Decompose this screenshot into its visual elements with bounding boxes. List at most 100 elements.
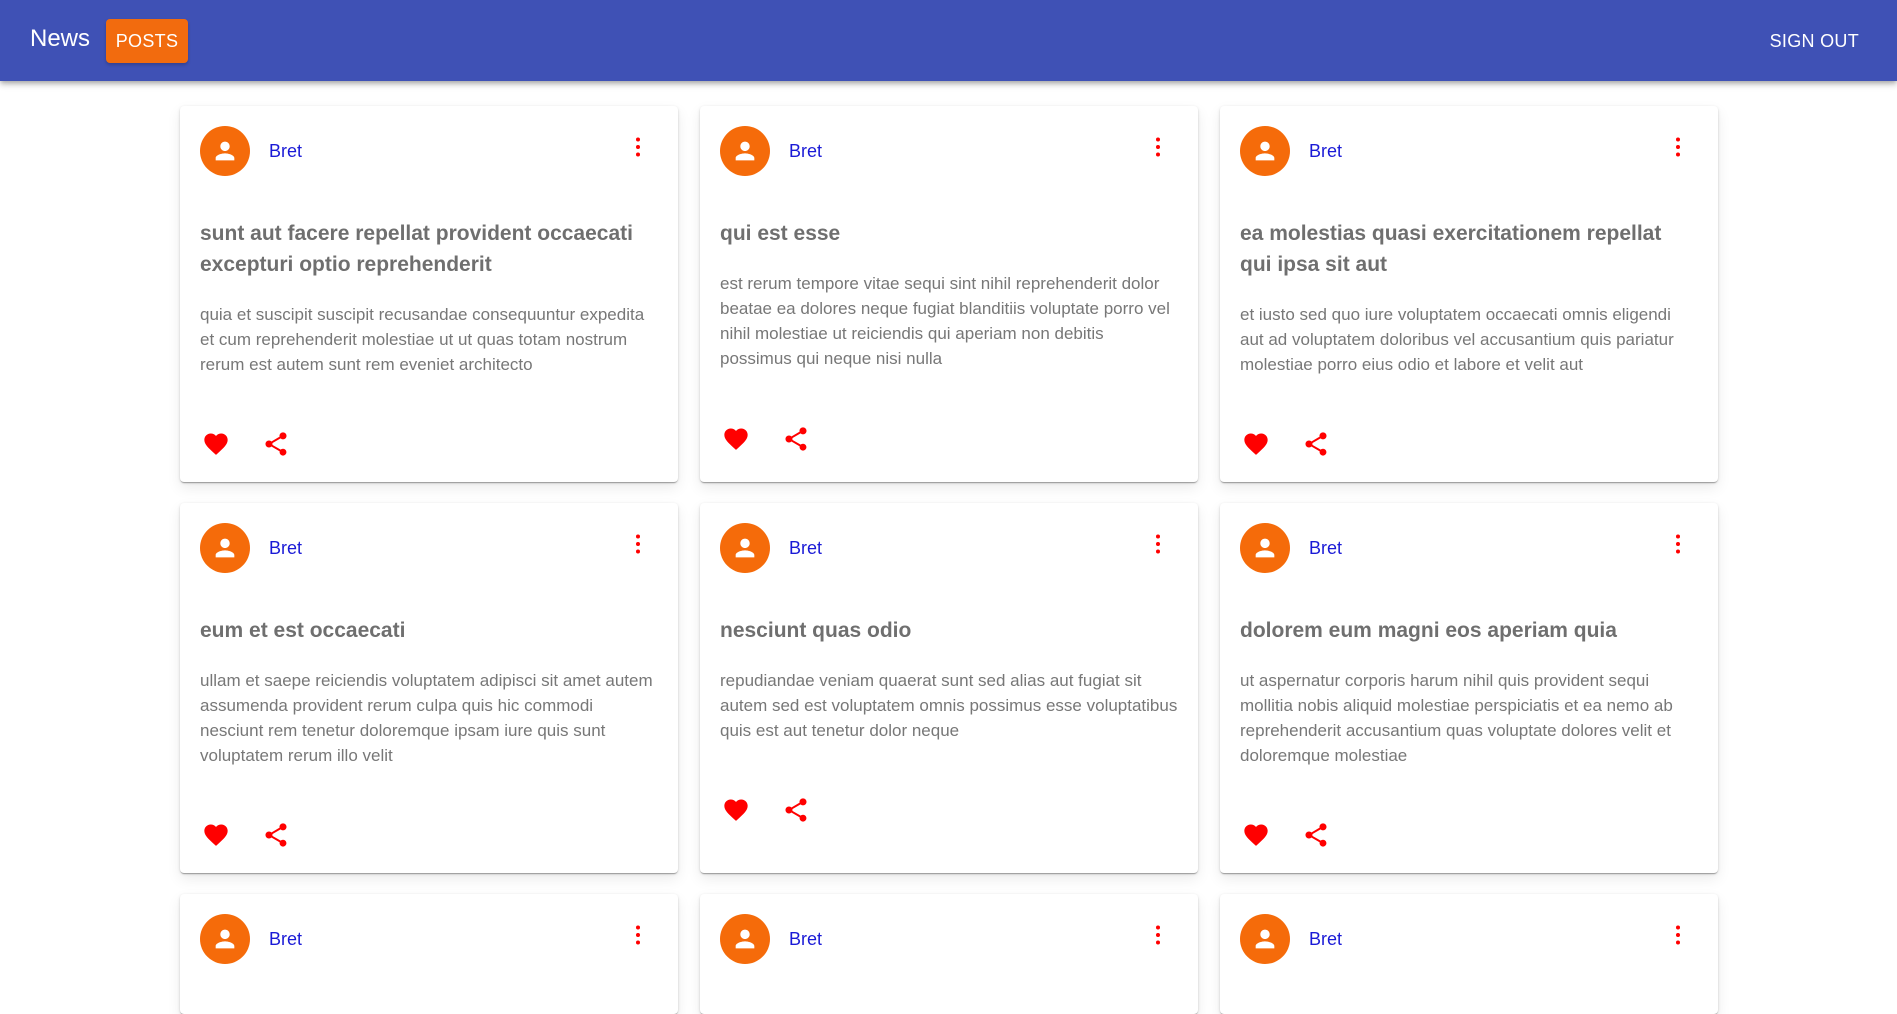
author-name[interactable]: Bret (269, 928, 302, 950)
card-actions (1240, 428, 1360, 460)
heart-icon (1244, 433, 1268, 455)
card-header: Bret (700, 503, 1198, 591)
author-name[interactable]: Bret (269, 537, 302, 559)
card-header: Bret (1220, 894, 1718, 982)
more-options-button[interactable] (626, 531, 650, 557)
person-icon (735, 141, 755, 161)
post-body: quia et suscipit suscipit recusandae con… (200, 305, 645, 374)
share-button[interactable] (260, 428, 292, 460)
share-icon (265, 432, 287, 456)
post-title: eum et est occaecati (200, 619, 406, 642)
heart-icon (1244, 824, 1268, 846)
more-vert-icon (636, 925, 640, 945)
author-name[interactable]: Bret (789, 928, 822, 950)
more-vert-icon (1156, 137, 1160, 157)
card-header: Bret (1220, 503, 1718, 591)
brand-title: News (30, 25, 91, 52)
more-options-button[interactable] (626, 134, 650, 160)
avatar (1240, 914, 1290, 964)
post-card: Bret dolorem eum magni eos aperiam quia … (1220, 503, 1718, 873)
like-button[interactable] (200, 819, 232, 851)
post-card: Bret ea molestias quasi exercitationem r… (1220, 106, 1718, 482)
sign-out-button[interactable]: SIGN OUT (1770, 24, 1859, 58)
like-button[interactable] (1240, 819, 1272, 851)
avatar (720, 126, 770, 176)
post-card: Bret (180, 894, 678, 1014)
avatar (720, 914, 770, 964)
share-button[interactable] (780, 794, 812, 826)
more-options-button[interactable] (1146, 922, 1170, 948)
person-icon (735, 538, 755, 558)
card-actions (720, 794, 840, 826)
like-button[interactable] (720, 423, 752, 455)
like-button[interactable] (200, 428, 232, 460)
more-vert-icon (636, 137, 640, 157)
card-header: Bret (700, 894, 1198, 982)
more-options-button[interactable] (626, 922, 650, 948)
more-vert-icon (1676, 925, 1680, 945)
author-name[interactable]: Bret (269, 140, 302, 162)
person-icon (1255, 929, 1275, 949)
more-options-button[interactable] (1146, 134, 1170, 160)
more-options-button[interactable] (1666, 134, 1690, 160)
post-card: Bret nesciunt quas odio repudiandae veni… (700, 503, 1198, 873)
post-card: Bret qui est esse est rerum tempore vita… (700, 106, 1198, 482)
avatar (1240, 126, 1290, 176)
post-card: Bret eum et est occaecati ullam et saepe… (180, 503, 678, 873)
more-vert-icon (636, 534, 640, 554)
post-body: et iusto sed quo iure voluptatem occaeca… (1240, 305, 1674, 374)
like-button[interactable] (720, 794, 752, 826)
share-button[interactable] (780, 423, 812, 455)
person-icon (1255, 141, 1275, 161)
share-button[interactable] (260, 819, 292, 851)
author-name[interactable]: Bret (789, 140, 822, 162)
person-icon (215, 141, 235, 161)
share-icon (1305, 432, 1327, 456)
avatar (200, 126, 250, 176)
author-name[interactable]: Bret (789, 537, 822, 559)
more-vert-icon (1676, 534, 1680, 554)
share-icon (785, 798, 807, 822)
author-name[interactable]: Bret (1309, 537, 1342, 559)
post-body: ut aspernatur corporis harum nihil quis … (1240, 671, 1673, 765)
post-title: nesciunt quas odio (720, 619, 912, 642)
card-header: Bret (1220, 106, 1718, 194)
card-header: Bret (180, 894, 678, 982)
like-button[interactable] (1240, 428, 1272, 460)
heart-icon (724, 428, 748, 450)
heart-icon (204, 824, 228, 846)
more-options-button[interactable] (1146, 531, 1170, 557)
share-button[interactable] (1300, 428, 1332, 460)
more-vert-icon (1156, 534, 1160, 554)
card-actions (1240, 819, 1360, 851)
post-body: ullam et saepe reiciendis voluptatem adi… (200, 671, 653, 765)
post-title: dolorem eum magni eos aperiam quia (1240, 619, 1617, 642)
share-button[interactable] (1300, 819, 1332, 851)
share-icon (265, 823, 287, 847)
post-card: Bret (1220, 894, 1718, 1014)
avatar (1240, 523, 1290, 573)
post-title: qui est esse (720, 222, 841, 245)
author-name[interactable]: Bret (1309, 140, 1342, 162)
share-icon (785, 427, 807, 451)
person-icon (735, 929, 755, 949)
author-name[interactable]: Bret (1309, 928, 1342, 950)
heart-icon (724, 799, 748, 821)
posts-button[interactable]: POSTS (106, 19, 188, 63)
card-actions (200, 819, 320, 851)
avatar (200, 523, 250, 573)
post-card: Bret (700, 894, 1198, 1014)
more-vert-icon (1676, 137, 1680, 157)
more-options-button[interactable] (1666, 922, 1690, 948)
card-actions (200, 428, 320, 460)
card-header: Bret (700, 106, 1198, 194)
more-options-button[interactable] (1666, 531, 1690, 557)
post-title: sunt aut facere repellat provident occae… (200, 222, 633, 276)
heart-icon (204, 433, 228, 455)
person-icon (215, 538, 235, 558)
avatar (200, 914, 250, 964)
post-title: ea molestias quasi exercitationem repell… (1240, 222, 1662, 276)
post-body: est rerum tempore vitae sequi sint nihil… (720, 274, 1170, 368)
person-icon (1255, 538, 1275, 558)
person-icon (215, 929, 235, 949)
